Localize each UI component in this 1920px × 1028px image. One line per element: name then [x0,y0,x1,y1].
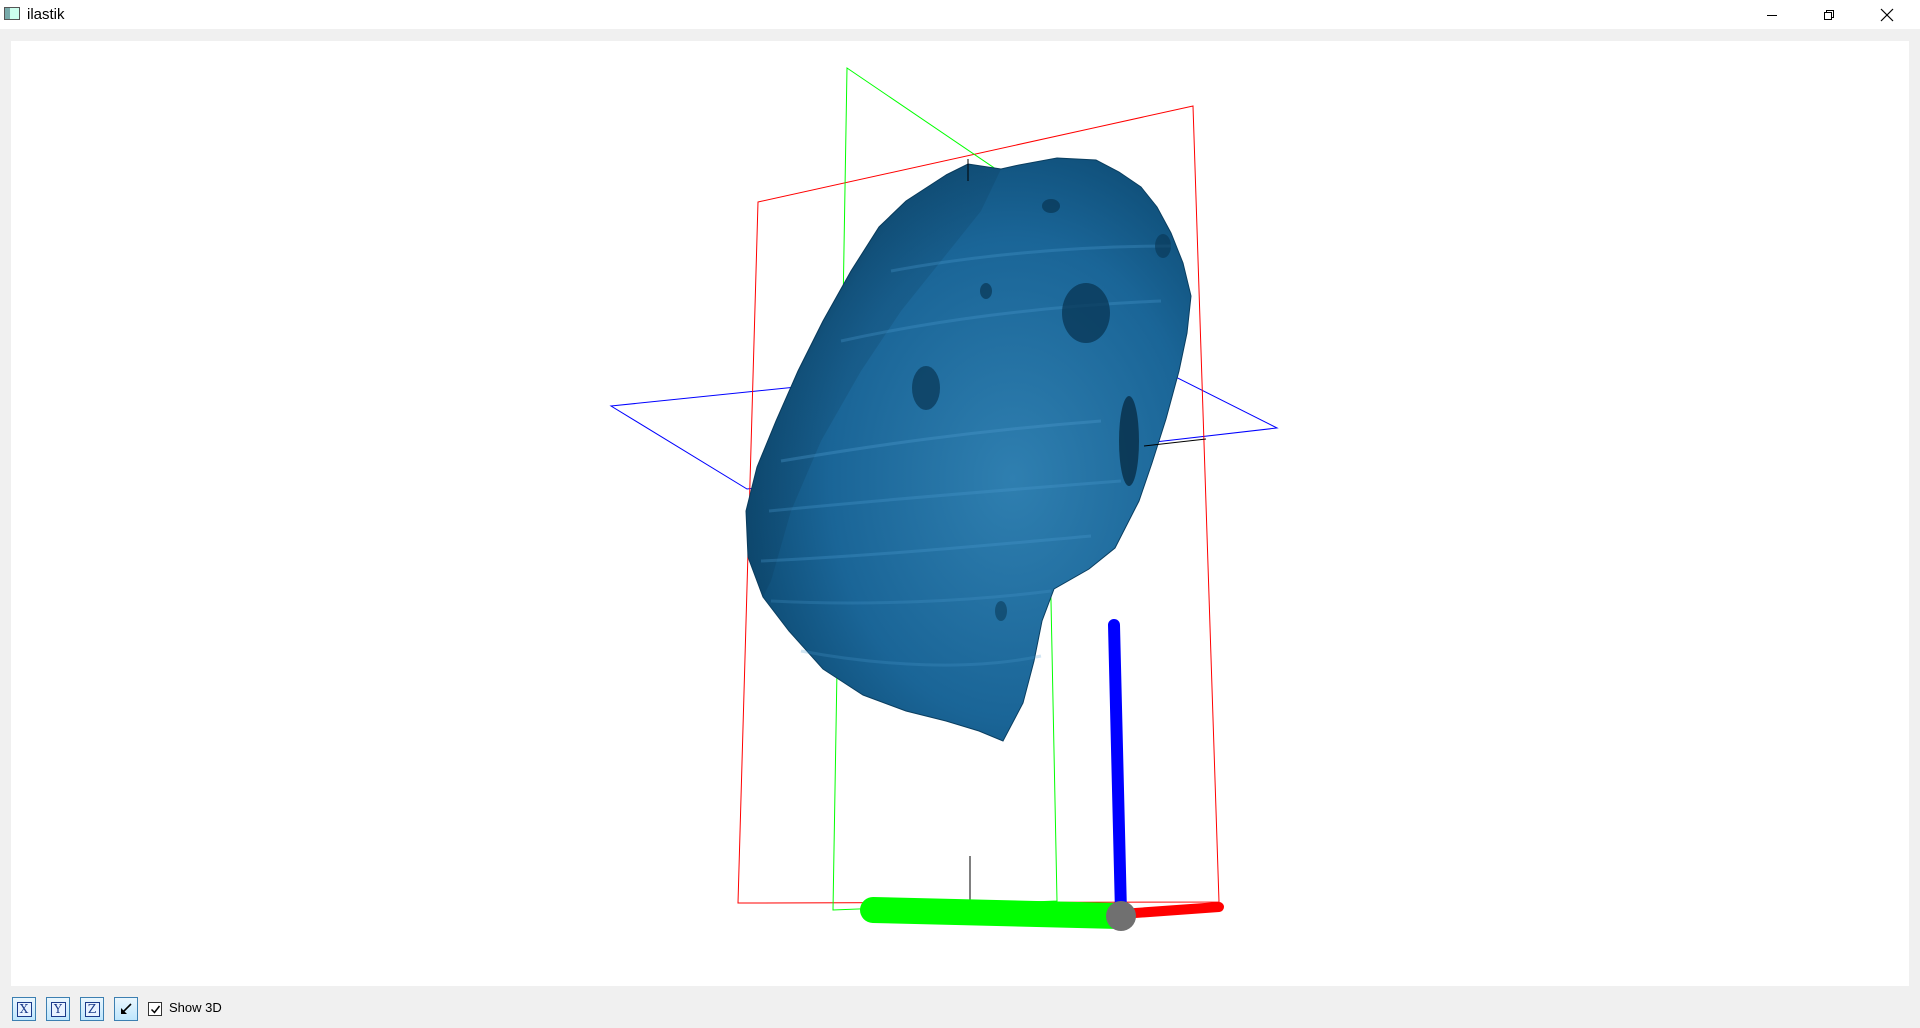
window-title: ilastik [27,6,65,23]
x-axis [1116,902,1224,919]
z-axis [1108,619,1127,919]
restore-button[interactable] [1806,0,1852,29]
z-axis-icon: Z [84,1001,100,1017]
x-axis-icon: X [16,1001,32,1017]
segmentation-mesh[interactable] [745,157,1192,742]
3d-viewport[interactable] [11,41,1909,986]
show-3d-label[interactable]: Show 3D [169,1000,222,1015]
view-z-button[interactable]: Z [80,997,104,1021]
restore-icon [1824,9,1834,20]
y-axis [860,897,1132,929]
3d-scene[interactable] [11,41,1909,986]
title-bar: ilastik [0,0,1920,29]
arrow-down-left-icon [121,1003,132,1014]
y-axis-icon: Y [50,1001,66,1017]
close-button[interactable] [1864,0,1910,29]
close-icon [1880,8,1894,21]
checkmark-icon [150,1005,160,1014]
app-icon [4,7,20,20]
show-3d-checkbox[interactable] [148,1002,162,1016]
view-y-button[interactable]: Y [46,997,70,1021]
minimize-icon [1767,14,1777,16]
view-x-button[interactable]: X [12,997,36,1021]
reset-view-button[interactable] [114,997,138,1021]
axes-origin [1106,901,1136,931]
bottom-toolbar: X Y Z Show 3D [0,989,1920,1028]
minimize-button[interactable] [1749,0,1795,29]
